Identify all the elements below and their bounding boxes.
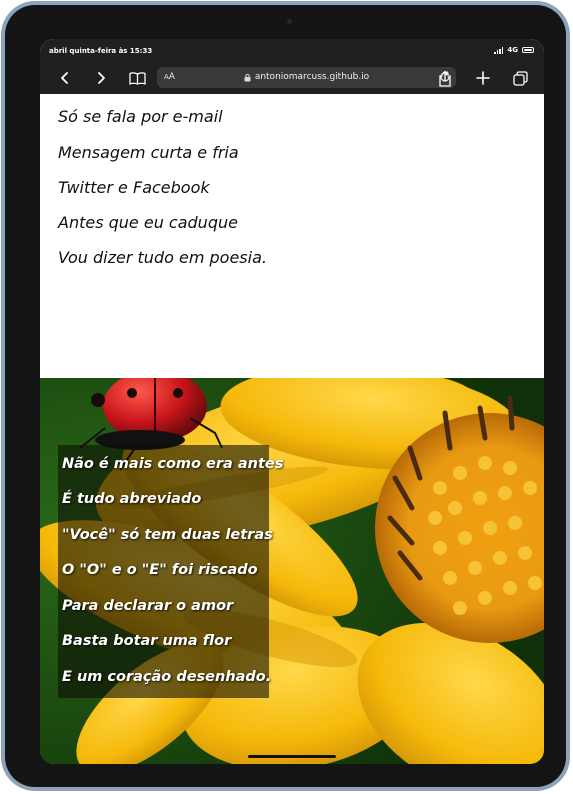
poem-overlay-line-2: É tudo abreviado [62, 491, 202, 507]
tablet-bezel: abril quinta-feira às 15:33 4G AA antoni… [5, 5, 566, 787]
poem-intro-line-4: Antes que eu caduque [58, 213, 238, 232]
browser-toolbar: AA antoniomarcuss.github.io [40, 61, 544, 94]
url-display: antoniomarcuss.github.io [157, 72, 456, 82]
poem-intro-line-2: Mensagem curta e fria [58, 143, 239, 162]
chevron-right-icon[interactable] [92, 69, 110, 87]
share-icon[interactable] [436, 69, 454, 87]
poem-overlay-line-6: Basta botar uma flor [62, 633, 232, 649]
front-camera [287, 19, 292, 24]
poem-overlay-line-4: O "O" e o "E" foi riscado [62, 562, 258, 578]
signal-strength-icon [494, 46, 504, 54]
flower-image-section: Não é mais como era antes É tudo abrevia… [40, 378, 544, 764]
tabs-icon[interactable] [511, 69, 529, 87]
battery-icon [522, 47, 534, 53]
tablet-frame: abril quinta-feira às 15:33 4G AA antoni… [1, 1, 570, 791]
poem-overlay-box: Não é mais como era antes É tudo abrevia… [58, 445, 283, 698]
url-text: antoniomarcuss.github.io [254, 72, 370, 82]
screen: abril quinta-feira às 15:33 4G AA antoni… [40, 39, 544, 764]
chevron-left-icon[interactable] [56, 69, 74, 87]
network-label: 4G [507, 46, 518, 54]
address-bar[interactable]: AA antoniomarcuss.github.io [157, 67, 456, 88]
poem-overlay-line-7: E um coração desenhado. [62, 669, 272, 685]
poem-overlay-line-5: Para declarar o amor [62, 598, 234, 614]
book-icon[interactable] [128, 69, 146, 87]
poem-overlay-line-3: "Você" só tem duas letras [62, 527, 273, 543]
status-indicators: 4G [494, 46, 534, 54]
poem-intro-section: Só se fala por e-mail Mensagem curta e f… [40, 94, 544, 378]
status-time: abril quinta-feira às 15:33 [49, 47, 153, 55]
poem-intro-line-1: Só se fala por e-mail [58, 107, 223, 126]
poem-intro-line-5: Vou dizer tudo em poesia. [58, 248, 267, 267]
status-bar: abril quinta-feira às 15:33 4G [40, 39, 544, 61]
plus-icon[interactable] [474, 69, 492, 87]
home-indicator[interactable] [248, 755, 336, 758]
lock-icon [244, 73, 251, 81]
poem-intro-line-3: Twitter e Facebook [58, 178, 210, 197]
poem-overlay-line-1: Não é mais como era antes [62, 456, 284, 472]
